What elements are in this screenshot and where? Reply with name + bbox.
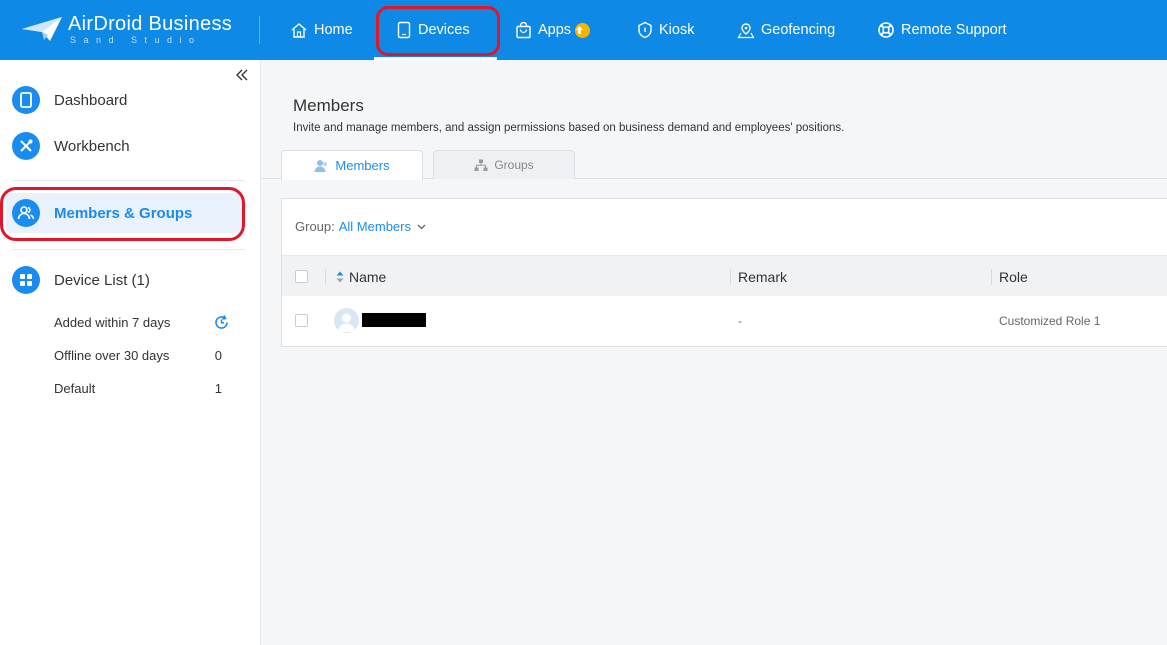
column-separator [730,269,731,285]
chevron-down-icon [417,224,426,229]
group-filter: Group: All Members [295,219,426,234]
brand-title: AirDroid Business [68,12,233,35]
airdroid-logo[interactable]: AirDroid Business Sand Studio [20,12,240,46]
shopping-bag-icon [516,21,531,38]
grid-icon [12,266,40,294]
sidebar: Dashboard Workbench Members & Groups Dev… [0,60,261,645]
tab-groups[interactable]: Groups [433,150,575,179]
page-title: Members [293,96,364,115]
nav-apps[interactable]: Apps [497,0,617,60]
map-pin-icon [737,22,755,38]
column-name-header[interactable]: Name [336,256,386,297]
tools-icon [12,132,40,160]
nav-kiosk[interactable]: Kiosk [617,0,723,60]
nav-home-label: Home [314,22,353,38]
nav-apps-label: Apps [538,22,572,38]
main-nav: Home Devices Apps Kiosk Geofencing Remot… [276,0,1025,60]
header-divider [259,16,260,44]
sidebar-divider [12,180,245,181]
member-remark: - [738,314,742,328]
home-icon [291,22,307,38]
page-description: Invite and manage members, and assign pe… [293,122,845,134]
brand-subtitle: Sand Studio [70,34,202,45]
top-navigation-bar: AirDroid Business Sand Studio Home Devic… [0,0,1167,60]
sidebar-item-label: Device List (1) [54,271,150,289]
sidebar-divider [12,249,245,250]
sidebar-item-label: Dashboard [54,91,128,109]
group-dropdown-value: All Members [338,219,411,234]
tab-groups-label: Groups [494,158,534,172]
column-separator [991,269,992,285]
kiosk-lock-icon [638,21,652,39]
column-role-label: Role [999,268,1028,285]
nav-devices-label: Devices [418,22,470,38]
device-filter-default[interactable]: Default 1 [54,377,224,399]
users-icon [12,199,40,227]
org-chart-icon [474,159,488,171]
group-dropdown[interactable]: All Members [339,219,426,234]
paper-plane-icon [22,17,62,41]
filter-label: Default [54,380,96,396]
nav-geofencing-label: Geofencing [761,22,836,38]
nav-home[interactable]: Home [276,0,374,60]
column-name-label: Name [349,268,387,285]
nav-remote-support[interactable]: Remote Support [865,0,1025,60]
upgrade-badge-icon [575,22,591,38]
column-remark-label: Remark [738,268,788,285]
sidebar-item-members-groups[interactable]: Members & Groups [6,193,242,233]
sidebar-item-label: Workbench [54,137,130,155]
row-checkbox[interactable] [295,314,308,327]
column-role-header: Role [999,256,1028,297]
refresh-clock-icon[interactable] [213,314,230,331]
avatar [334,308,359,333]
sidebar-item-device-list[interactable]: Device List (1) [0,260,260,300]
member-role: Customized Role 1 [999,314,1101,328]
tab-members-label: Members [335,158,390,173]
main-content: Members Invite and manage members, and a… [262,60,1167,645]
member-name-redacted [362,313,426,327]
table-row[interactable]: - Customized Role 1 [282,296,1167,346]
lifebuoy-icon [878,22,894,38]
tab-members[interactable]: Members [281,150,423,180]
nav-remote-support-label: Remote Support [901,22,1007,38]
select-all-checkbox[interactable] [295,270,308,283]
column-separator [325,269,326,285]
sidebar-item-workbench[interactable]: Workbench [0,126,260,166]
device-filter-offline-30-days[interactable]: Offline over 30 days 0 [54,344,224,366]
table-header: Name Remark Role [282,255,1167,296]
sort-icon [336,271,344,282]
tablet-icon [12,86,40,114]
members-panel: Group: All Members Name Remark Role - Cu… [281,198,1167,347]
nav-kiosk-label: Kiosk [659,22,695,38]
tablet-icon [397,21,411,39]
group-filter-label: Group: [295,219,335,234]
device-filter-added-7-days[interactable]: Added within 7 days [54,311,228,333]
column-remark-header: Remark [738,256,787,297]
nav-geofencing[interactable]: Geofencing [723,0,865,60]
nav-devices[interactable]: Devices [374,0,497,60]
filter-label: Added within 7 days [54,314,171,330]
filter-label: Offline over 30 days [54,347,170,363]
sidebar-item-dashboard[interactable]: Dashboard [0,80,260,120]
filter-count: 1 [214,380,222,396]
user-icon [314,159,328,172]
sidebar-item-label: Members & Groups [54,204,193,222]
filter-count: 0 [214,347,222,363]
